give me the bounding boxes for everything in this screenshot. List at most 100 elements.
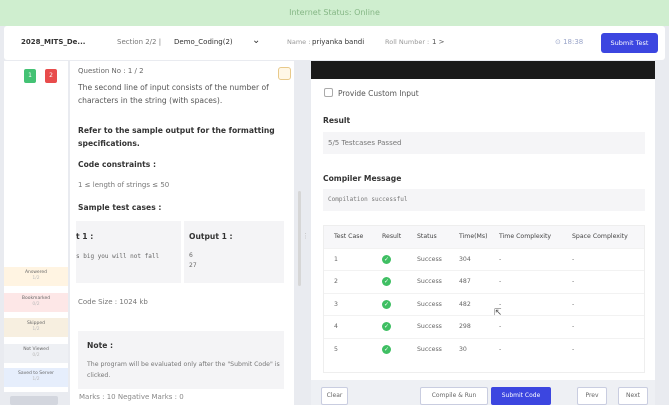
legend-count: 0/2: [32, 353, 40, 358]
compiler-message-text: Compilation successful: [328, 196, 408, 203]
legend-label: Not Viewed: [23, 347, 49, 352]
legend-count: 1/2: [32, 377, 40, 382]
bookmark-icon[interactable]: [278, 67, 291, 80]
custom-input-label: Provide Custom Input: [338, 89, 419, 98]
check-icon: ✓: [382, 299, 391, 309]
testcase-status: Success: [407, 337, 449, 361]
legend-count: 1/2: [32, 327, 40, 332]
code-editor[interactable]: [311, 61, 655, 79]
testcase-time: 487: [449, 270, 489, 293]
internet-status-bar: Internet Status: Online: [0, 0, 669, 26]
check-icon: ✓: [382, 277, 391, 287]
testcase-time: 304: [449, 247, 489, 271]
testcase-time: 482: [449, 292, 489, 316]
column-header: Space Complexity: [562, 226, 644, 248]
column-header: Status: [407, 226, 449, 248]
webcam-thumbnail: [10, 396, 58, 405]
sample-input-heading: t 1 :: [76, 232, 94, 241]
testcase-status: Success: [407, 247, 449, 271]
table-row: 3 ✓ Success 482 - -: [324, 292, 644, 316]
roll-number-label: Roll Number :: [385, 38, 430, 46]
testcase-number: 4: [324, 315, 372, 338]
scroll-thumb[interactable]: [298, 191, 301, 286]
testcase-number: 2: [324, 270, 372, 293]
question-navigator: 1 2 Answered 1/2 Bookmarked 0/2 Skipped …: [4, 61, 68, 392]
column-header: Result: [372, 226, 407, 248]
marks-text: Marks : 10 Negative Marks : 0: [79, 393, 184, 401]
testcase-status: Success: [407, 315, 449, 338]
column-header: Test Case: [324, 226, 372, 248]
testcase-time: 30: [449, 337, 489, 361]
marks-bar: Marks : 10 Negative Marks : 0: [70, 390, 294, 405]
compiler-message-heading: Compiler Message: [323, 174, 402, 183]
internet-status-text: Internet Status: Online: [289, 8, 380, 17]
testcase-number: 5: [324, 337, 372, 361]
code-size: Code Size : 1024 kb: [78, 298, 148, 306]
check-icon: ✓: [382, 254, 391, 264]
check-icon: ✓: [382, 322, 391, 332]
legend-answered: Answered 1/2: [4, 267, 68, 286]
sample-output-code: 6 27: [189, 251, 197, 271]
legend-saved-to-server: Saved to Server 1/2: [4, 368, 68, 387]
note-box: Note : The program will be evaluated onl…: [78, 331, 284, 389]
top-header: 2028_MITS_De... Section 2/2 | Demo_Codin…: [4, 26, 665, 60]
next-button[interactable]: Next: [618, 387, 648, 405]
section-select[interactable]: Demo_Coding(2): [174, 38, 233, 46]
custom-input-checkbox[interactable]: [324, 88, 333, 97]
testcase-status: Success: [407, 270, 449, 293]
result-text: 5/5 Testcases Passed: [328, 139, 402, 147]
roll-number-value: 1 >: [432, 38, 445, 46]
note-text: The program will be evaluated only after…: [87, 361, 280, 379]
submit-test-button[interactable]: Submit Test: [601, 33, 658, 53]
output-panel: Provide Custom Input Result 5/5 Testcase…: [311, 61, 655, 380]
space-complexity: -: [562, 247, 644, 271]
action-bar: Clear Compile & Run Submit Code Prev Nex…: [311, 380, 655, 405]
prev-button[interactable]: Prev: [577, 387, 607, 405]
mouse-cursor-icon: ⇱: [494, 308, 502, 318]
question-text: The second line of input consists of the…: [78, 83, 269, 105]
testcase-time: 298: [449, 315, 489, 338]
legend-label: Saved to Server: [17, 371, 55, 376]
space-complexity: -: [562, 337, 644, 361]
constraints-heading: Code constraints :: [78, 160, 157, 169]
output-line: 27: [189, 262, 197, 269]
question-2-button[interactable]: 2: [45, 69, 57, 83]
name-label: Name :: [287, 38, 311, 46]
sample-cases-heading: Sample test cases :: [78, 203, 162, 212]
time-complexity: -: [489, 247, 562, 271]
timer: ⊙ 18:38: [555, 38, 584, 46]
testcase-table: Test Case Result Status Time(Ms) Time Co…: [323, 225, 645, 373]
legend-label: Bookmarked: [21, 296, 51, 301]
submit-code-button[interactable]: Submit Code: [491, 387, 551, 405]
table-row: 1 ✓ Success 304 - -: [324, 247, 644, 271]
legend-label: Answered: [24, 270, 48, 275]
column-header: Time(Ms): [449, 226, 489, 248]
section-indicator: Section 2/2 |: [117, 38, 162, 46]
output-line: 6: [189, 252, 193, 259]
test-name: 2028_MITS_De...: [21, 38, 86, 46]
compile-run-button[interactable]: Compile & Run: [420, 387, 488, 405]
candidate-name: priyanka bandi: [312, 38, 365, 46]
legend-label: Skipped: [26, 321, 46, 326]
result-heading: Result: [323, 116, 351, 125]
table-header-row: Test Case Result Status Time(Ms) Time Co…: [324, 226, 644, 248]
legend-bookmarked: Bookmarked 0/2: [4, 293, 68, 312]
time-complexity: -: [489, 337, 562, 361]
format-instruction: Refer to the sample output for the forma…: [78, 126, 275, 148]
space-complexity: -: [562, 315, 644, 338]
testcase-number: 3: [324, 292, 372, 316]
check-icon: ✓: [382, 345, 391, 354]
clear-button[interactable]: Clear: [321, 387, 348, 405]
legend-count: 1/2: [32, 276, 40, 281]
space-complexity: -: [562, 270, 644, 293]
testcase-number: 1: [324, 247, 372, 271]
table-row: 2 ✓ Success 487 - -: [324, 270, 644, 293]
chevron-down-icon[interactable]: ⌄: [252, 35, 260, 46]
legend-skipped: Skipped 1/2: [4, 318, 68, 337]
time-complexity: -: [489, 315, 562, 338]
question-1-button[interactable]: 1: [24, 69, 36, 83]
sample-input-code: s big you will not fall: [76, 253, 160, 260]
question-panel: Question No : 1 / 2 The second line of i…: [70, 61, 294, 390]
column-header: Time Complexity: [489, 226, 562, 248]
note-heading: Note :: [87, 341, 114, 350]
